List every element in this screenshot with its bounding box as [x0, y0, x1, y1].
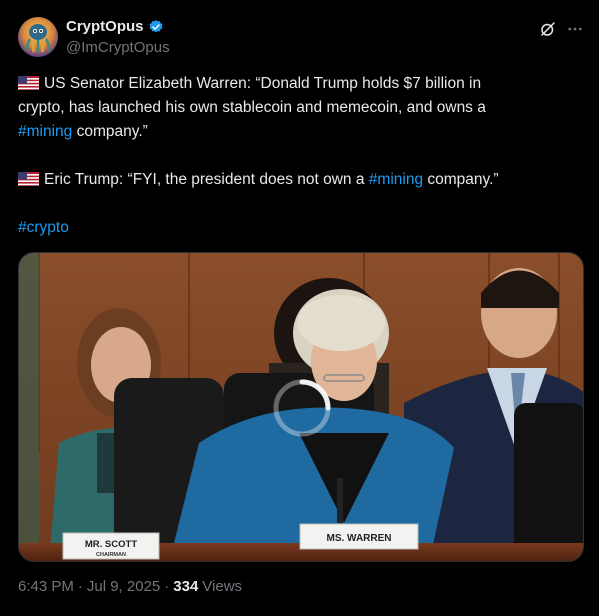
us-flag-icon: [18, 76, 39, 90]
nameplate-left-title: CHAIRMAN: [96, 552, 126, 558]
grok-icon: [541, 22, 555, 36]
tweet-text: US Senator Elizabeth Warren: “Donald Tru…: [44, 75, 482, 92]
us-flag-icon: [18, 172, 39, 186]
more-button[interactable]: [564, 18, 586, 40]
tweet-paragraph-hashtags: #crypto: [18, 216, 578, 240]
tweet-card: CryptOpus @ImCryptOpus US Senator Elizab…: [0, 0, 599, 616]
verified-badge-icon[interactable]: [148, 19, 164, 35]
tweet-date[interactable]: Jul 9, 2025: [87, 578, 160, 595]
views-count[interactable]: 334: [173, 578, 198, 595]
tweet-text: company.”: [72, 123, 148, 140]
hashtag-mining-link[interactable]: #mining: [369, 171, 423, 188]
tweet-text: Eric Trump: “FYI, the president does not…: [44, 171, 369, 188]
nameplate-left-name: MR. SCOTT: [85, 539, 137, 550]
hashtag-mining-link[interactable]: #mining: [18, 123, 72, 140]
tweet-paragraph-eric: Eric Trump: “FYI, the president does not…: [18, 168, 578, 192]
hashtag-crypto-link[interactable]: #crypto: [18, 219, 69, 236]
avatar[interactable]: [18, 17, 58, 57]
tweet-paragraph-warren: US Senator Elizabeth Warren: “Donald Tru…: [18, 72, 578, 144]
author-handle[interactable]: @ImCryptOpus: [66, 39, 170, 56]
video-frame: MR. SCOTT CHAIRMAN MS. WARREN: [19, 253, 583, 561]
tweet-time[interactable]: 6:43 PM: [18, 578, 74, 595]
tweet-text: company.”: [423, 171, 499, 188]
octopus-avatar-icon: [18, 17, 58, 57]
tweet-line: US Senator Elizabeth Warren: “Donald Tru…: [18, 72, 578, 96]
tweet-line: crypto, has launched his own stablecoin …: [18, 96, 578, 120]
views-label: Views: [202, 578, 243, 595]
more-icon: [568, 27, 582, 31]
grok-button[interactable]: [537, 18, 559, 40]
author-display-name[interactable]: CryptOpus: [66, 18, 144, 35]
tweet-meta: 6:43 PM · Jul 9, 2025 · 334 Views: [18, 578, 242, 595]
tweet-text: crypto, has launched his own stablecoin …: [18, 99, 486, 116]
nameplate-center-name: MS. WARREN: [327, 533, 392, 544]
meta-separator: ·: [77, 578, 83, 595]
author-name-row: CryptOpus: [66, 18, 164, 35]
meta-separator: ·: [164, 578, 170, 595]
tweet-line: Eric Trump: “FYI, the president does not…: [18, 168, 578, 192]
video-player[interactable]: MR. SCOTT CHAIRMAN MS. WARREN: [18, 252, 584, 562]
tweet-line: #mining company.”: [18, 120, 578, 144]
